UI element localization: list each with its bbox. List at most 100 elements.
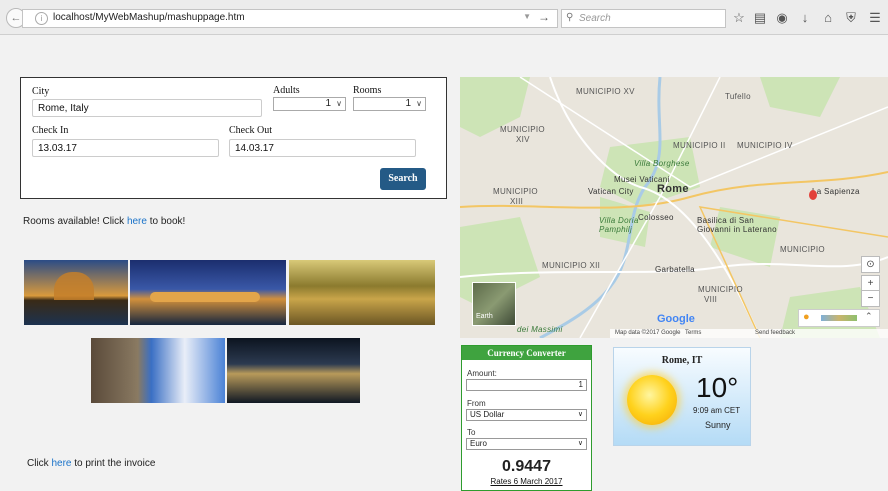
rooms-value: 1 [405, 98, 411, 109]
city-input[interactable]: Rome, Italy [32, 99, 262, 117]
map-label: MUNICIPIO [698, 285, 743, 294]
map-label: MUNICIPIO II [673, 141, 726, 150]
to-value: Euro [470, 439, 487, 448]
search-placeholder: Search [579, 13, 611, 24]
rooms-suffix: to book! [146, 216, 186, 227]
map-feedback-link[interactable]: Send feedback [755, 329, 795, 338]
map-marker-icon[interactable] [809, 190, 817, 200]
chevron-down-icon: ∨ [336, 99, 342, 108]
map-label: Vatican City [588, 187, 634, 196]
history-dropdown-icon[interactable]: ▼ [523, 12, 531, 21]
checkin-label: Check In [32, 125, 69, 136]
from-currency-select[interactable]: US Dollar ∨ [466, 409, 587, 421]
invoice-prefix: Click [27, 458, 52, 469]
map-label: Rome [657, 183, 689, 195]
menu-icon[interactable]: ☰ [867, 10, 883, 26]
currency-converter: Currency Converter Amount: 1 From US Dol… [461, 345, 592, 491]
browser-search-input[interactable]: ⚲ Search [561, 9, 726, 28]
weather-city: Rome, IT [661, 355, 703, 366]
map-roads [460, 77, 888, 338]
map-terms-link[interactable]: Terms [685, 329, 701, 338]
checkout-input[interactable]: 14.03.17 [229, 139, 416, 157]
map-label: XIII [510, 197, 524, 206]
download-icon[interactable]: ↓ [797, 10, 813, 25]
checkin-input[interactable]: 13.03.17 [32, 139, 219, 157]
weather-condition: Sunny [705, 420, 731, 430]
gallery-photo[interactable] [289, 260, 435, 325]
earth-label: Earth [476, 313, 493, 320]
map-label: dei Massimi [517, 325, 563, 334]
sun-icon [627, 375, 677, 425]
map-footer: Map data ©2017 Google Terms Send feedbac… [610, 329, 888, 338]
map-label: MUNICIPIO XV [576, 87, 635, 96]
converter-title: Currency Converter [462, 346, 591, 360]
gallery-photo[interactable] [24, 260, 128, 325]
earth-view-toggle[interactable]: Earth [472, 282, 516, 326]
shield-icon[interactable]: ⛨ [843, 10, 859, 26]
pegman-icon[interactable]: ● [803, 311, 810, 323]
map-label: MUNICIPIO XII [542, 261, 601, 270]
map-label: Tufello [725, 92, 751, 101]
rates-link[interactable]: Rates 6 March 2017 [462, 477, 591, 486]
city-label: City [32, 86, 50, 97]
bookmark-star-icon[interactable]: ☆ [731, 10, 747, 26]
map-label: MUNICIPIO [780, 245, 825, 254]
map-label: Basilica di San Giovanni in Laterano [697, 216, 777, 234]
amount-input[interactable]: 1 [466, 379, 587, 391]
browser-toolbar: ← i localhost/MyWebMashup/mashuppage.htm… [0, 0, 888, 35]
map-widget[interactable]: MUNICIPIO XV Tufello MUNICIPIO XIV MUNIC… [460, 77, 888, 338]
to-currency-select[interactable]: Euro ∨ [466, 438, 587, 450]
layer-thumbnails[interactable] [821, 315, 857, 321]
book-here-link[interactable]: here [127, 216, 147, 227]
chevron-down-icon: ∨ [577, 440, 583, 447]
invoice-suffix: to print the invoice [71, 458, 156, 469]
rooms-available-text: Rooms available! Click here to book! [23, 216, 185, 227]
info-icon[interactable]: i [35, 12, 48, 25]
gallery-photo[interactable] [91, 338, 225, 403]
home-icon[interactable]: ⌂ [820, 10, 836, 25]
conversion-result: 0.9447 [502, 458, 551, 475]
map-label: MUNICIPIO [500, 125, 545, 134]
my-location-icon[interactable]: ⊙ [861, 256, 880, 273]
adults-label: Adults [273, 85, 300, 96]
rooms-label: Rooms [353, 85, 382, 96]
adults-value: 1 [325, 98, 331, 109]
map-label: VIII [704, 295, 718, 304]
expand-icon[interactable]: ⌃ [865, 311, 873, 322]
url-bar[interactable]: i localhost/MyWebMashup/mashuppage.htm ▼… [22, 9, 558, 28]
url-text: localhost/MyWebMashup/mashuppage.htm [53, 12, 245, 23]
weather-widget: Rome, IT 10° 9:09 am CET Sunny [613, 347, 751, 446]
amount-label: Amount: [467, 369, 497, 378]
pocket-icon[interactable]: ◉ [774, 10, 790, 26]
gallery-photo[interactable] [130, 260, 286, 325]
map-label: Villa Borghese [634, 159, 690, 168]
google-logo: Google [657, 313, 695, 325]
map-layer-strip[interactable]: ● ⌃ [798, 309, 880, 327]
map-label: MUNICIPIO [493, 187, 538, 196]
rooms-select[interactable]: 1 ∨ [353, 97, 426, 111]
rooms-prefix: Rooms available! Click [23, 216, 127, 227]
map-copyright: Map data ©2017 Google [615, 330, 681, 336]
adults-select[interactable]: 1 ∨ [273, 97, 346, 111]
gallery-photo[interactable] [227, 338, 360, 403]
chevron-down-icon: ∨ [577, 411, 583, 418]
checkout-label: Check Out [229, 125, 273, 136]
map-label: La Sapienza [812, 187, 860, 196]
to-label: To [467, 428, 476, 437]
map-label: Garbatella [655, 265, 695, 274]
from-value: US Dollar [470, 410, 505, 419]
go-arrow-icon[interactable]: → [538, 10, 550, 24]
chevron-down-icon: ∨ [416, 99, 422, 108]
search-icon: ⚲ [566, 12, 574, 23]
booking-form: City Rome, Italy Adults 1 ∨ Rooms 1 ∨ Chec… [20, 77, 447, 199]
reading-list-icon[interactable]: ▤ [752, 10, 768, 26]
map-label: XIV [516, 135, 530, 144]
weather-temperature: 10° [696, 372, 739, 403]
from-label: From [467, 399, 486, 408]
search-button[interactable]: Search [380, 168, 426, 190]
zoom-out-icon[interactable]: − [861, 290, 880, 307]
weather-time: 9:09 am CET [693, 406, 741, 415]
map-label: MUNICIPIO IV [737, 141, 793, 150]
map-label: Villa Doria Pamphilj [599, 216, 639, 234]
print-here-link[interactable]: here [51, 458, 71, 469]
